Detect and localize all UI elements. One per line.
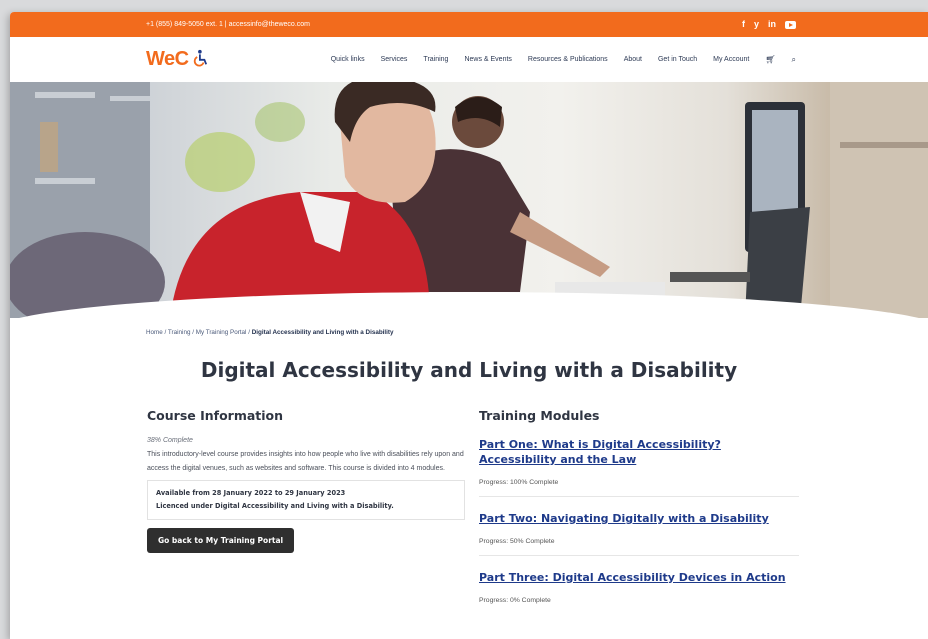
nav-menu: Quick links Services Training News & Eve… [331,55,796,65]
contact-info[interactable]: +1 (855) 849-5050 ext. 1 | accessinfo@th… [146,21,310,28]
top-bar: +1 (855) 849-5050 ext. 1 | accessinfo@th… [10,12,928,37]
nav-training[interactable]: Training [423,56,448,63]
module-item: Part One: What is Digital Accessibility?… [479,437,799,497]
module-progress: Progress: 0% Complete [479,597,551,604]
course-progress: 38% Complete [147,437,193,444]
module-item: Part Three: Digital Accessibility Device… [479,570,799,614]
module-link[interactable]: Part One: What is Digital Accessibility?… [479,437,799,467]
youtube-icon[interactable] [785,20,796,29]
module-link[interactable]: Part Two: Navigating Digitally with a Di… [479,511,799,526]
modules-heading: Training Modules [479,408,600,423]
availability-dates: Available from 28 January 2022 to 29 Jan… [156,489,346,497]
licence-text: Licenced under Digital Accessibility and… [156,502,394,510]
module-link[interactable]: Part Three: Digital Accessibility Device… [479,570,799,585]
training-modules: Training Modules Part One: What is Digit… [479,408,799,628]
hero-photo-illustration [10,82,928,318]
breadcrumb-current: Digital Accessibility and Living with a … [251,329,394,336]
module-item: Part Two: Navigating Digitally with a Di… [479,511,799,556]
social-links: f y in [742,20,796,29]
nav-about[interactable]: About [624,56,642,63]
weco-logo[interactable]: WeC [146,48,208,71]
module-progress: Progress: 50% Complete [479,538,555,545]
nav-resources[interactable]: Resources & Publications [528,56,608,63]
course-description: This introductory-level course provides … [147,451,464,472]
module-progress: Progress: 100% Complete [479,479,559,486]
breadcrumb-path[interactable]: Home / Training / My Training Portal / [146,329,252,336]
nav-get-in-touch[interactable]: Get in Touch [658,56,697,63]
wheelchair-icon [193,49,207,66]
cart-icon[interactable]: 🛒︎ [765,55,775,64]
course-info-heading: Course Information [147,408,284,423]
facebook-icon[interactable]: f [742,20,745,29]
hero-image [10,82,928,318]
nav-my-account[interactable]: My Account [713,56,749,63]
main-nav: WeC Quick links Services Training News &… [10,37,928,82]
search-icon[interactable]: ⌕ [792,55,796,65]
nav-quick-links[interactable]: Quick links [331,56,365,63]
course-information: Course Information 38% Complete This int… [147,408,465,553]
logo-text: WeC [146,48,189,70]
twitter-icon[interactable]: y [754,20,759,29]
linkedin-icon[interactable]: in [768,20,776,29]
page-title: Digital Accessibility and Living with a … [200,358,738,382]
breadcrumb: Home / Training / My Training Portal / D… [146,329,394,336]
browser-window: +1 (855) 849-5050 ext. 1 | accessinfo@th… [10,12,928,639]
back-to-portal-button[interactable]: Go back to My Training Portal [147,528,295,553]
availability-box: Available from 28 January 2022 to 29 Jan… [147,480,465,520]
nav-services[interactable]: Services [381,56,408,63]
nav-news-events[interactable]: News & Events [464,56,511,63]
